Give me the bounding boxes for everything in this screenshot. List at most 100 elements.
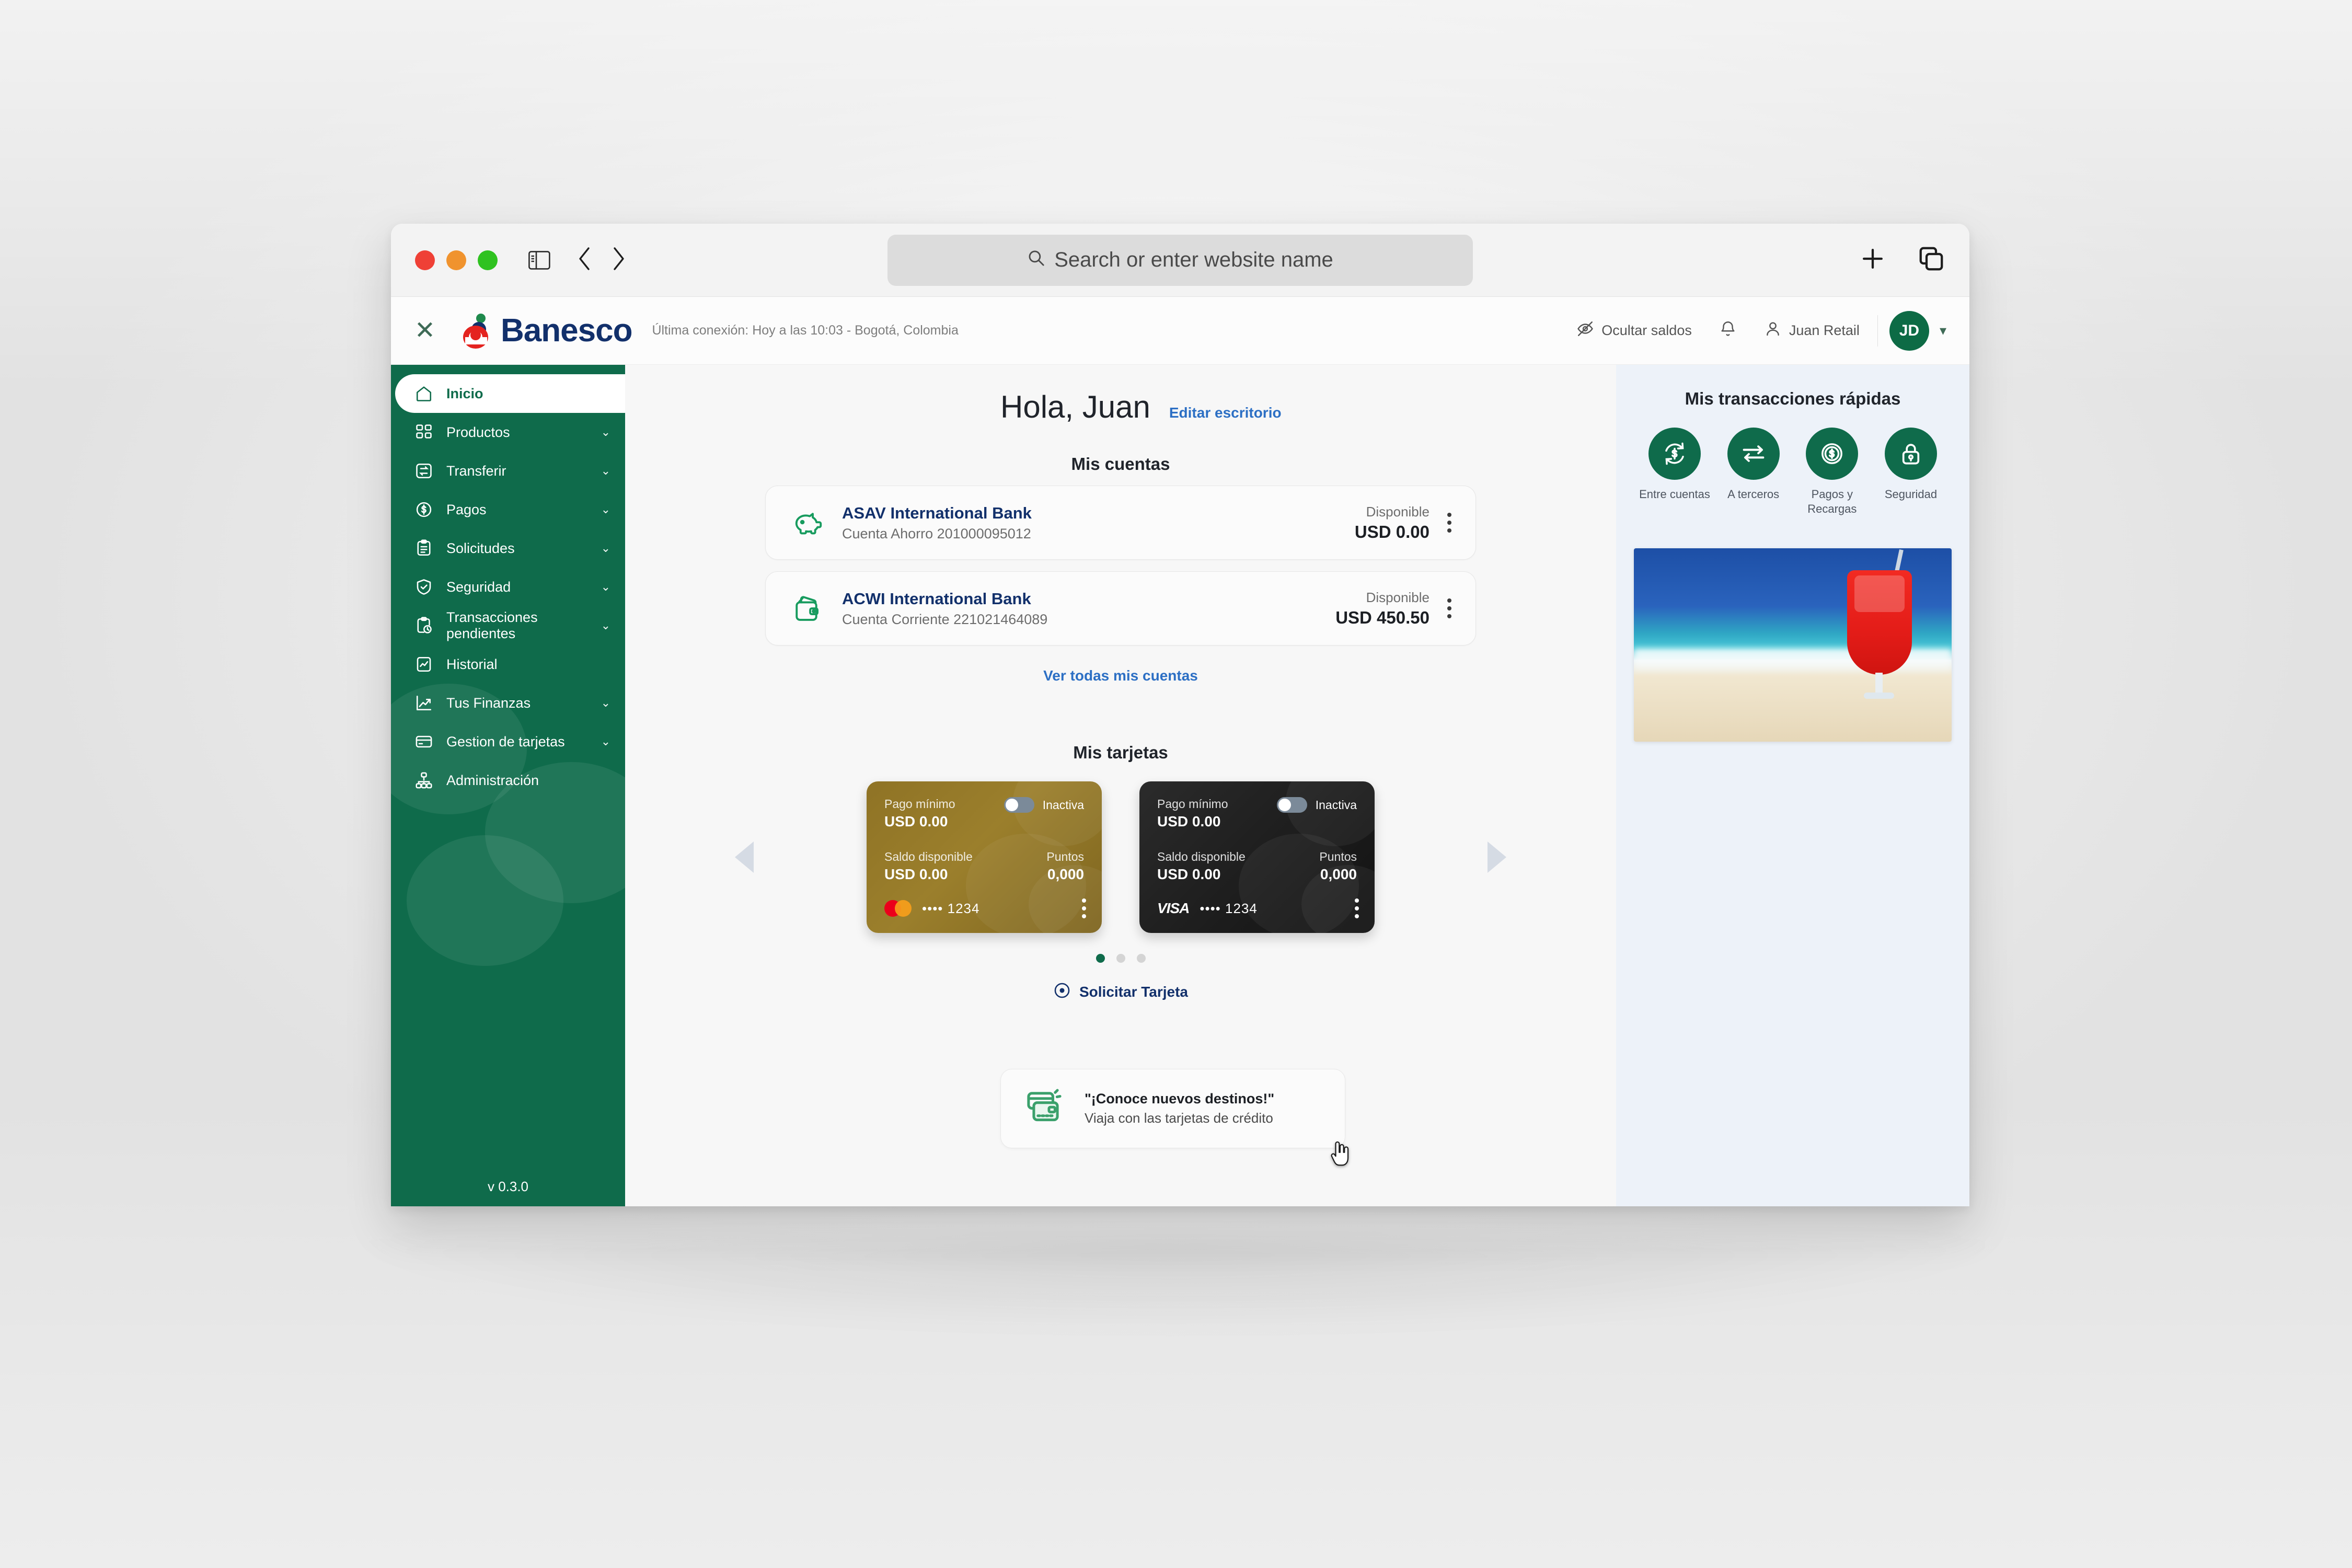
sidebar-item-gestion-de-tarjetas[interactable]: Gestion de tarjetas ⌄ [391,722,625,761]
account-row[interactable]: ASAV International Bank Cuenta Ahorro 20… [765,486,1476,560]
sidebar-item-label: Historial [446,656,498,672]
mouse-cursor [1328,1140,1352,1170]
min-payment-value: USD 0.00 [884,813,948,829]
sidebar-item-transferir[interactable]: Transferir ⌄ [391,452,625,490]
request-card-link[interactable]: Solicitar Tarjeta [625,982,1616,1002]
sidebar-item-tus-finanzas[interactable]: Tus Finanzas ⌄ [391,684,625,722]
mastercard-icon [884,900,912,917]
sidebar-item-solicitudes[interactable]: Solicitudes ⌄ [391,529,625,568]
account-menu-icon[interactable] [1447,513,1451,533]
sidebar-item-administracion[interactable]: Administración [391,761,625,800]
user-menu-button[interactable]: Juan Retail [1750,320,1873,341]
banking-app: ✕ Banesco Última conexión: Hoy a las 10:… [391,297,1969,1206]
chevron-down-icon[interactable]: ▾ [1940,322,1946,339]
accounts-list: ASAV International Bank Cuenta Ahorro 20… [765,486,1476,684]
chevron-down-icon[interactable]: ⌄ [601,541,610,555]
tab-overview-icon[interactable] [1917,245,1945,275]
promo-banner[interactable]: "¡Conoce nuevos destinos!" Viaja con las… [1000,1069,1345,1148]
sidebar-item-pagos[interactable]: Pagos ⌄ [391,490,625,529]
wallet-money-icon [790,590,827,627]
carousel-dots[interactable] [625,954,1616,963]
see-all-accounts-link[interactable]: Ver todas mis cuentas [765,667,1476,684]
card-masked-number: •••• 1234 [922,900,980,916]
maximize-window-button[interactable] [478,250,498,270]
accounts-section-title: Mis cuentas [1071,454,1170,474]
forward-chevron-icon[interactable] [610,246,626,274]
avatar[interactable]: JD [1889,310,1929,351]
card-activation-toggle[interactable] [1276,797,1307,813]
piggy-bank-icon [790,504,827,541]
main-content: Hola, Juan Editar escritorio Mis cuentas [625,365,1616,1206]
quick-transactions-panel: Mis transacciones rápidas Entre cuentas [1616,365,1969,1206]
card-menu-icon[interactable] [1355,898,1359,918]
search-icon [1027,248,1045,272]
dollar-circle-icon [413,499,435,521]
minimize-window-button[interactable] [446,250,466,270]
credit-card[interactable]: Pago mínimo USD 0.00 Inactiva Saldo disp… [867,781,1102,933]
chevron-down-icon[interactable]: ⌄ [601,464,610,478]
account-menu-icon[interactable] [1447,598,1451,618]
credit-cards-icon [1022,1085,1067,1133]
card-status-badge: Inactiva [1042,798,1084,812]
notifications-button[interactable] [1705,320,1750,341]
back-chevron-icon[interactable] [577,246,593,274]
app-header: ✕ Banesco Última conexión: Hoy a las 10:… [391,297,1969,365]
card-menu-icon[interactable] [1082,898,1086,918]
chevron-down-icon[interactable]: ⌄ [601,503,610,516]
carousel-prev-button[interactable] [729,841,760,873]
sidebar-item-label: Transferir [446,463,506,479]
clipboard-clock-icon [413,615,435,637]
credit-card-icon [413,731,435,753]
exchange-arrows-icon [1727,428,1780,480]
promo-headline: "¡Conoce nuevos destinos!" [1085,1091,1275,1106]
account-number: Cuenta Corriente 221021464089 [842,611,1048,627]
account-name: ACWI International Bank [842,589,1031,608]
carousel-dot[interactable] [1136,954,1146,963]
account-number: Cuenta Ahorro 201000095012 [842,525,1031,541]
sidebar-item-label: Solicitudes [446,540,515,556]
chevron-down-icon[interactable]: ⌄ [601,619,610,632]
sidebar-item-historial[interactable]: Historial [391,645,625,684]
account-name: ASAV International Bank [842,503,1032,522]
close-window-button[interactable] [415,250,435,270]
quick-action-seguridad[interactable]: Seguridad [1874,428,1947,516]
quick-action-a-terceros[interactable]: A terceros [1717,428,1790,516]
carousel-dot[interactable] [1116,954,1125,963]
carousel-next-button[interactable] [1481,841,1513,873]
hide-balances-button[interactable]: Ocultar saldos [1563,320,1705,341]
sidebar-item-label: Inicio [446,385,483,401]
chevron-down-icon[interactable]: ⌄ [601,580,610,594]
edit-desktop-link[interactable]: Editar escritorio [1169,405,1282,421]
close-icon[interactable]: ✕ [411,317,439,345]
sidebar-item-inicio[interactable]: Inicio [395,374,625,413]
bell-icon [1719,320,1737,341]
address-bar[interactable]: Search or enter website name [887,234,1473,286]
chevron-down-icon[interactable]: ⌄ [601,735,610,748]
points-label: Puntos [1046,850,1084,863]
quick-transactions-title: Mis transacciones rápidas [1685,389,1901,408]
card-status-badge: Inactiva [1315,798,1357,812]
points-value: 0,000 [1320,866,1357,882]
account-row[interactable]: ACWI International Bank Cuenta Corriente… [765,571,1476,645]
chevron-down-icon[interactable]: ⌄ [601,425,610,439]
sidebar-item-seguridad[interactable]: Seguridad ⌄ [391,568,625,606]
sidebar-item-productos[interactable]: Productos ⌄ [391,413,625,452]
user-name-label: Juan Retail [1789,322,1860,338]
available-balance-value: USD 0.00 [1157,866,1221,882]
min-payment-label: Pago mínimo [884,797,955,811]
sidebar-item-transacciones-pendientes[interactable]: Transacciones pendientes ⌄ [391,606,625,645]
available-balance-label: Saldo disponible [1157,850,1246,863]
sidebar-item-label: Productos [446,424,510,440]
cocktail-glass [1847,549,1912,701]
sidebar-toggle-icon[interactable] [525,246,554,275]
beach-cocktail-image[interactable] [1634,548,1952,742]
last-connection-text: Última conexión: Hoy a las 10:03 - Bogot… [652,323,959,338]
credit-card[interactable]: Pago mínimo USD 0.00 Inactiva Saldo disp… [1139,781,1375,933]
chevron-down-icon[interactable]: ⌄ [601,696,610,710]
window-controls[interactable] [415,250,498,270]
carousel-dot[interactable] [1096,954,1105,963]
card-activation-toggle[interactable] [1004,797,1034,813]
quick-action-pagos-y-recargas[interactable]: Pagos y Recargas [1795,428,1869,516]
plus-icon[interactable] [1859,245,1887,275]
quick-action-entre-cuentas[interactable]: Entre cuentas [1638,428,1711,516]
